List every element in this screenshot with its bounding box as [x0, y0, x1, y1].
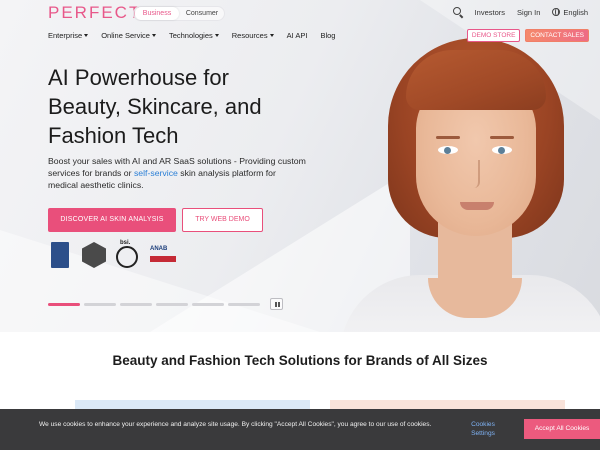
- certification-badges: bsi. ANAB: [48, 240, 178, 268]
- nav-item-label: Resources: [231, 31, 268, 40]
- nav-item-label: Enterprise: [48, 31, 83, 40]
- caret-down-icon: [214, 34, 219, 37]
- nav-item-enterprise[interactable]: Enterprise: [48, 31, 89, 40]
- nav-item-label: Online Service: [101, 31, 150, 40]
- slide-indicator[interactable]: [192, 302, 224, 306]
- investors-link[interactable]: Investors: [475, 8, 505, 17]
- sign-in-link[interactable]: Sign In: [517, 8, 540, 17]
- nav-item-online-service[interactable]: Online Service: [101, 31, 156, 40]
- nav-item-label: Technologies: [168, 31, 213, 40]
- anab-badge: ANAB: [150, 242, 178, 268]
- hero-headline: AI Powerhouse for Beauty, Skincare, and …: [48, 63, 318, 150]
- language-selector[interactable]: English: [552, 7, 588, 17]
- nav-item-label: AI API: [286, 31, 308, 40]
- cookies-settings-link[interactable]: Cookies Settings: [462, 420, 504, 438]
- globe-icon: [552, 7, 561, 16]
- portrait-brow: [490, 136, 514, 139]
- demo-store-button[interactable]: DEMO STORE: [466, 29, 521, 42]
- pause-icon[interactable]: [270, 298, 283, 310]
- top-bar: PERFECT Business Consumer Investors Sign…: [0, 0, 600, 26]
- discover-ai-skin-analysis-button[interactable]: DISCOVER AI SKIN ANALYSIS: [48, 208, 176, 232]
- portrait-eye: [438, 146, 458, 154]
- nav-item-technologies[interactable]: Technologies: [169, 31, 219, 40]
- brand-logo[interactable]: PERFECT: [48, 3, 141, 23]
- fda-badge-shape: [51, 242, 69, 268]
- slide-indicator[interactable]: [48, 302, 80, 306]
- caret-down-icon: [151, 34, 156, 37]
- nav-item-blog[interactable]: Blog: [320, 31, 335, 40]
- cookie-message: We use cookies to enhance your experienc…: [39, 421, 432, 428]
- hero-portrait-image: [330, 30, 600, 332]
- slide-indicator[interactable]: [228, 302, 260, 306]
- utility-links: Investors Sign In English: [452, 7, 588, 17]
- anab-badge-bar: [150, 256, 176, 262]
- portrait-brow: [436, 136, 460, 139]
- self-service-link[interactable]: self-service: [134, 168, 178, 178]
- main-nav: Enterprise Online Service Technologies R…: [48, 31, 335, 40]
- nav-item-ai-api[interactable]: AI API: [287, 31, 308, 40]
- search-icon[interactable]: [452, 7, 463, 17]
- slide-indicator[interactable]: [120, 302, 152, 306]
- slide-indicator[interactable]: [84, 302, 116, 306]
- bsi-badge: bsi.: [116, 240, 140, 268]
- fda-badge: [48, 242, 72, 268]
- headline-line: AI Powerhouse for: [48, 65, 229, 90]
- slide-indicator[interactable]: [156, 302, 188, 306]
- hero-subtext: Boost your sales with AI and AR SaaS sol…: [48, 155, 306, 191]
- business-toggle-button[interactable]: Business: [135, 7, 179, 20]
- portrait-mouth: [460, 202, 494, 210]
- consumer-toggle-button[interactable]: Consumer: [180, 7, 224, 20]
- caret-down-icon: [84, 34, 89, 37]
- slide-pager: [48, 298, 283, 310]
- contact-sales-button[interactable]: CONTACT SALES: [525, 29, 589, 42]
- cookie-banner: We use cookies to enhance your experienc…: [0, 409, 600, 450]
- headline-line: Fashion Tech: [48, 123, 179, 148]
- audience-toggle: Business Consumer: [133, 6, 225, 21]
- portrait-hair-front: [406, 50, 546, 110]
- anab-badge-text: ANAB: [150, 246, 168, 252]
- accept-all-cookies-button[interactable]: Accept All Cookies: [524, 419, 600, 439]
- nav-actions: DEMO STORE CONTACT SALES: [466, 29, 589, 42]
- try-web-demo-button[interactable]: TRY WEB DEMO: [182, 208, 263, 232]
- hero-section: PERFECT Business Consumer Investors Sign…: [0, 0, 600, 332]
- headline-line: Beauty, Skincare, and: [48, 94, 262, 119]
- caret-down-icon: [269, 34, 274, 37]
- language-label: English: [563, 7, 588, 17]
- hex-badge-shape: [82, 242, 106, 268]
- hex-certification-badge: [82, 242, 106, 268]
- nav-item-resources[interactable]: Resources: [232, 31, 274, 40]
- bsi-badge-ring: [116, 246, 138, 268]
- portrait-nose: [474, 160, 480, 188]
- portrait-eye: [492, 146, 512, 154]
- section-title: Beauty and Fashion Tech Solutions for Br…: [112, 353, 488, 368]
- nav-item-label: Blog: [320, 31, 336, 40]
